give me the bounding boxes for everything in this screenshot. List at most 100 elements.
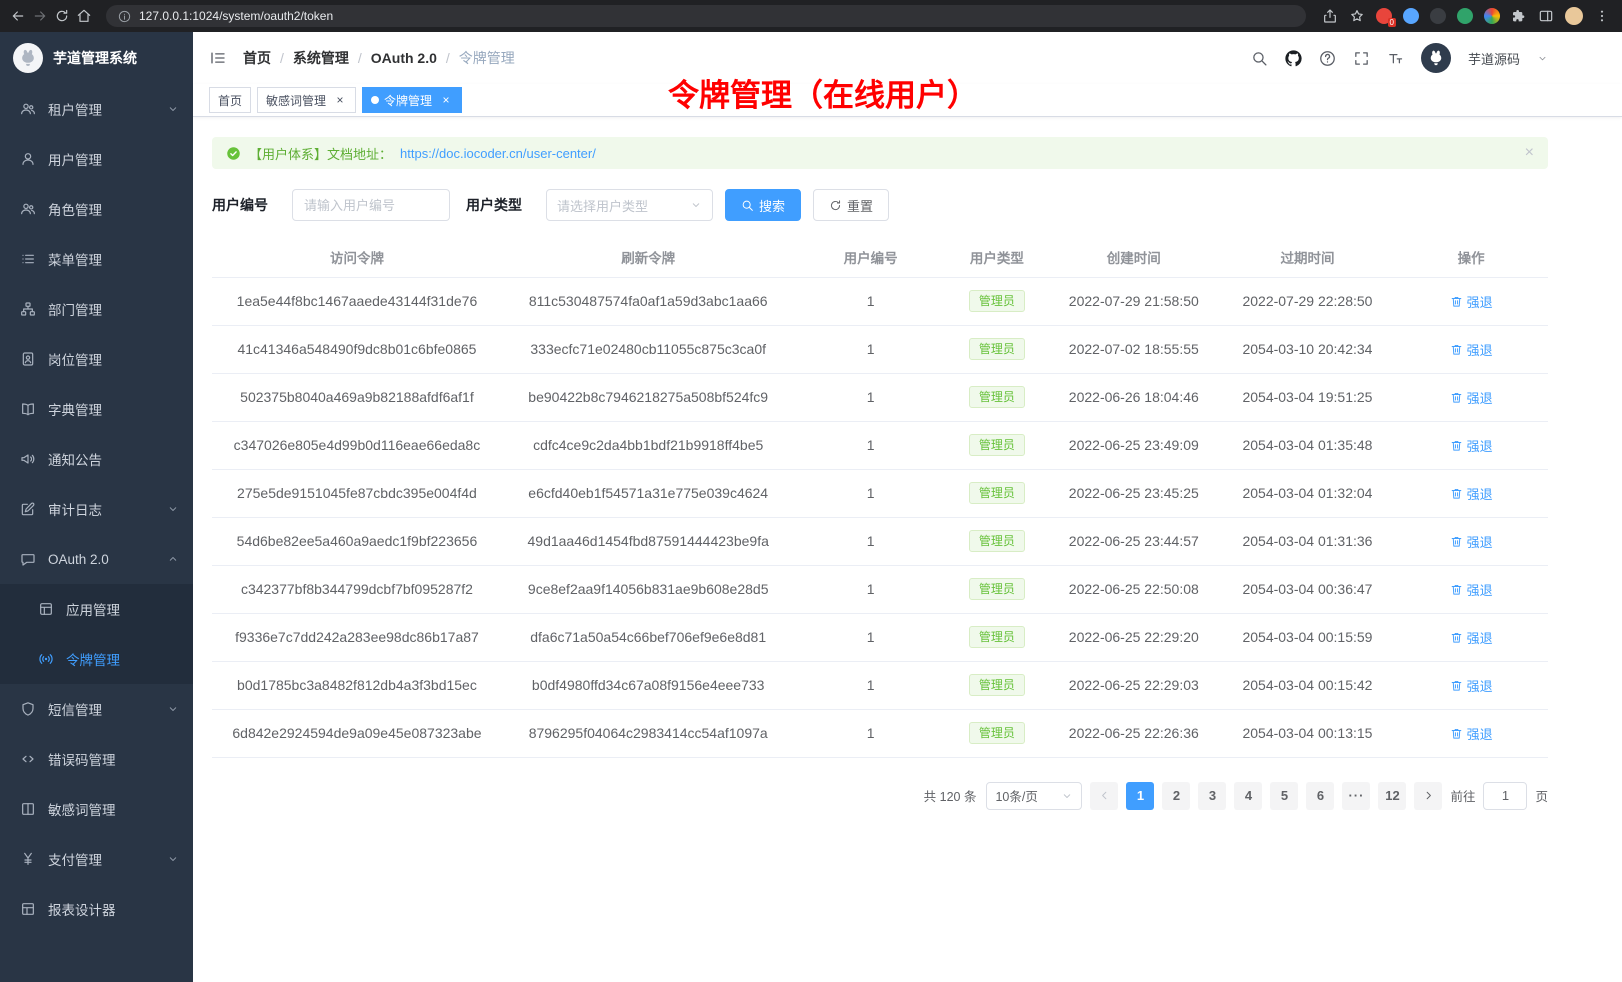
home-icon[interactable]: [76, 8, 92, 24]
app-logo[interactable]: 芋道管理系统: [0, 32, 193, 84]
sidebar-item-user[interactable]: 用户管理: [0, 134, 193, 184]
user-type-select[interactable]: 请选择用户类型: [546, 189, 713, 221]
force-logout-button[interactable]: 强退: [1450, 292, 1493, 311]
goto-label: 前往: [1450, 786, 1475, 805]
breadcrumb-home[interactable]: 首页: [243, 48, 271, 68]
sidebar-item-post[interactable]: 岗位管理: [0, 334, 193, 384]
github-icon[interactable]: [1285, 50, 1302, 67]
force-logout-button[interactable]: 强退: [1450, 580, 1493, 599]
bookmark-star-icon[interactable]: [1349, 8, 1365, 24]
breadcrumb-system[interactable]: 系统管理: [293, 48, 349, 68]
search-button[interactable]: 搜索: [725, 189, 801, 221]
back-icon[interactable]: [10, 8, 26, 24]
user-id-input[interactable]: [292, 189, 450, 221]
active-tab-dot: [371, 96, 379, 104]
sidebar-item-sms[interactable]: 短信管理: [0, 684, 193, 734]
page-button-2[interactable]: 2: [1162, 782, 1190, 810]
close-alert-icon[interactable]: ×: [1525, 145, 1534, 161]
font-size-icon[interactable]: [1387, 50, 1404, 67]
kebab-menu-icon[interactable]: [1594, 8, 1610, 24]
tenant-icon: [20, 101, 36, 117]
filter-bar: 用户编号 用户类型 请选择用户类型 搜索 重置: [212, 189, 1548, 221]
page-size-select[interactable]: 10条/页: [986, 782, 1082, 810]
doc-link[interactable]: https://doc.iocoder.cn/user-center/: [400, 146, 596, 161]
created-time-cell: 2022-06-25 23:44:57: [1047, 517, 1221, 565]
page-button-3[interactable]: 3: [1198, 782, 1226, 810]
sidebar-item-tenant[interactable]: 租户管理: [0, 84, 193, 134]
forward-icon[interactable]: [32, 8, 48, 24]
extension-icon[interactable]: [1430, 8, 1446, 24]
collapse-sidebar-icon[interactable]: [209, 49, 227, 67]
action-cell: 强退: [1394, 373, 1548, 421]
page-button-4[interactable]: 4: [1234, 782, 1262, 810]
next-page-button[interactable]: [1414, 782, 1442, 810]
created-time-cell: 2022-06-26 18:04:46: [1047, 373, 1221, 421]
user-avatar[interactable]: [1421, 43, 1451, 73]
goto-page-input[interactable]: [1483, 782, 1527, 810]
extension-icon[interactable]: [1484, 8, 1500, 24]
sidebar-item-audit-log[interactable]: 审计日志: [0, 484, 193, 534]
dept-icon: [20, 301, 36, 317]
sidebar-item-role[interactable]: 角色管理: [0, 184, 193, 234]
sidebar-item-notice[interactable]: 通知公告: [0, 434, 193, 484]
force-logout-button[interactable]: 强退: [1450, 484, 1493, 503]
chevron-down-icon: [167, 503, 179, 515]
sidebar-item-oauth-token[interactable]: 令牌管理: [0, 634, 193, 684]
force-logout-button[interactable]: 强退: [1450, 436, 1493, 455]
force-logout-button[interactable]: 强退: [1450, 628, 1493, 647]
address-bar[interactable]: 127.0.0.1:1024/system/oauth2/token: [106, 5, 1306, 27]
tab-sensitive-word[interactable]: 敏感词管理 ×: [257, 87, 356, 113]
help-icon[interactable]: [1319, 50, 1336, 67]
user-name[interactable]: 芋道源码: [1468, 49, 1520, 68]
extension-icon[interactable]: [1403, 8, 1419, 24]
chevron-down-icon: [167, 853, 179, 865]
chevron-down-icon[interactable]: [1537, 53, 1548, 64]
page-button-6[interactable]: 6: [1306, 782, 1334, 810]
page-button-12[interactable]: 12: [1378, 782, 1406, 810]
access-token-cell: 1ea5e44f8bc1467aaede43144f31de76: [212, 277, 502, 325]
fullscreen-icon[interactable]: [1353, 50, 1370, 67]
force-logout-button[interactable]: 强退: [1450, 388, 1493, 407]
sidebar-item-dept[interactable]: 部门管理: [0, 284, 193, 334]
sidebar-item-dict[interactable]: 字典管理: [0, 384, 193, 434]
tab-token[interactable]: 令牌管理 ×: [362, 87, 462, 113]
refresh-token-cell: 333ecfc71e02480cb11055c875c3ca0f: [502, 325, 795, 373]
browser-profile-avatar[interactable]: [1565, 7, 1583, 25]
more-pages-button[interactable]: ···: [1342, 782, 1370, 810]
reset-button[interactable]: 重置: [813, 189, 889, 221]
extensions-puzzle-icon[interactable]: [1511, 8, 1527, 24]
page-content: 【用户体系】文档地址： https://doc.iocoder.cn/user-…: [193, 117, 1622, 810]
page-button-5[interactable]: 5: [1270, 782, 1298, 810]
refresh-token-cell: be90422b8c7946218275a508bf524fc9: [502, 373, 795, 421]
sidebar-item-sensitive-word[interactable]: 敏感词管理: [0, 784, 193, 834]
sidebar-item-payment[interactable]: 支付管理: [0, 834, 193, 884]
force-logout-button[interactable]: 强退: [1450, 724, 1493, 743]
share-icon[interactable]: [1322, 8, 1338, 24]
chevron-down-icon: [167, 703, 179, 715]
reload-icon[interactable]: [54, 8, 70, 24]
user-id-cell: 1: [794, 373, 946, 421]
sidebar-item-error-code[interactable]: 错误码管理: [0, 734, 193, 784]
split-panel-icon[interactable]: [1538, 8, 1554, 24]
close-tab-icon[interactable]: ×: [333, 93, 347, 107]
tab-home[interactable]: 首页: [209, 87, 251, 113]
oauth-icon: [20, 551, 36, 567]
sidebar-item-oauth-app[interactable]: 应用管理: [0, 584, 193, 634]
sidebar-item-report-designer[interactable]: 报表设计器: [0, 884, 193, 934]
search-icon[interactable]: [1251, 50, 1268, 67]
action-cell: 强退: [1394, 517, 1548, 565]
close-tab-icon[interactable]: ×: [439, 93, 453, 107]
page-button-1[interactable]: 1: [1126, 782, 1154, 810]
sidebar-item-menu[interactable]: 菜单管理: [0, 234, 193, 284]
breadcrumb-oauth[interactable]: OAuth 2.0: [371, 50, 437, 66]
extension-icon[interactable]: [1457, 8, 1473, 24]
force-logout-button[interactable]: 强退: [1450, 532, 1493, 551]
sidebar-item-oauth[interactable]: OAuth 2.0: [0, 534, 193, 584]
force-logout-button[interactable]: 强退: [1450, 340, 1493, 359]
prev-page-button[interactable]: [1090, 782, 1118, 810]
force-logout-button[interactable]: 强退: [1450, 676, 1493, 695]
table-row: 502375b8040a469a9b82188afdf6af1f be90422…: [212, 373, 1548, 421]
user-id-cell: 1: [794, 709, 946, 757]
pagination: 共 120 条 10条/页 1 2 3 4 5 6 ··· 12 前往 页: [212, 782, 1548, 810]
extension-icon[interactable]: 0: [1376, 8, 1392, 24]
